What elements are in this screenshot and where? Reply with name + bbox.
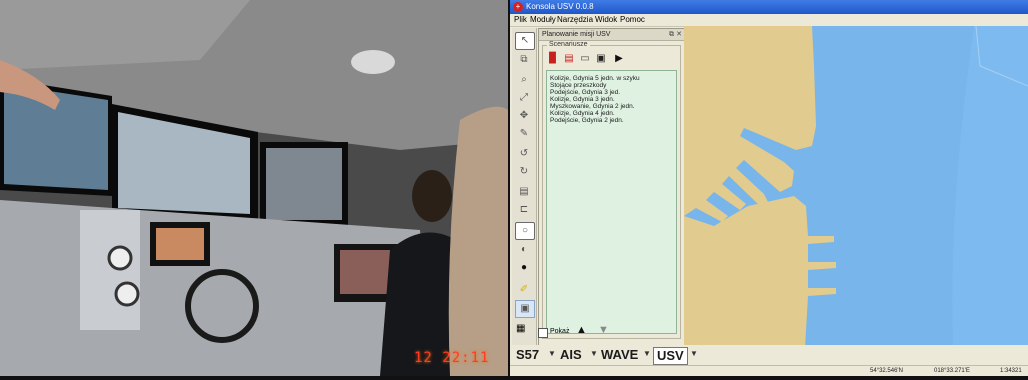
image-icon[interactable]: ▣ — [515, 300, 535, 318]
list-item[interactable]: Podejście, Gdynia 2 jedn. — [550, 117, 624, 124]
photo-timestamp: 12 22:11 — [414, 350, 490, 366]
chart-icon[interactable]: ▤ — [515, 184, 533, 200]
control-room-illustration — [0, 0, 508, 377]
status-bar: 54°32.546'N 018°33.271'E 1:34321 — [510, 365, 1028, 376]
scenarios-group: Scenariusze ▉ ▤ ▭ ▣ ▶ Kolizje, Gdynia 5 … — [542, 41, 681, 339]
chevron-down-icon[interactable]: ▼ — [548, 349, 556, 358]
menu-tools[interactable]: Narzędzia — [557, 14, 593, 26]
list-item[interactable]: Stojące przeszkody — [550, 82, 606, 89]
show-row: Pokaż ▲ ▼ — [538, 324, 683, 340]
undo-icon[interactable]: ↺ — [515, 146, 533, 162]
move-down-icon[interactable]: ▼ — [598, 324, 609, 336]
crop-icon[interactable]: ⧉ — [515, 52, 533, 68]
menu-modules[interactable]: Moduły — [530, 14, 556, 26]
folder-icon[interactable]: ▭ — [579, 52, 591, 66]
float-panel-icon[interactable]: ⧉ — [669, 29, 674, 40]
window-title: Konsola USV 0.0.8 — [526, 2, 594, 11]
menu-help[interactable]: Pomoc — [620, 14, 645, 26]
select-arrow-icon[interactable]: ↖ — [515, 32, 535, 50]
list-item[interactable]: Kolizje, Gdynia 4 jedn. — [550, 110, 615, 117]
save-icon[interactable]: ▣ — [595, 52, 607, 66]
person-arm — [448, 106, 508, 377]
mission-planning-panel: Planowanie misji USV ⧉ ✕ Scenariusze ▉ ▤… — [538, 28, 685, 348]
menu-view[interactable]: Widok — [595, 14, 617, 26]
pan-icon[interactable]: ✥ — [515, 108, 533, 124]
nautical-chart-map[interactable] — [684, 26, 1028, 365]
map-tools-toolbar: ↖ ⧉ ⌕ ⤢ ✥ ✎ ↺ ↻ ▤ ⊏ ○ ◐ ● ✐ ▣ — [512, 28, 537, 346]
scale-readout: 1:34321 — [1000, 368, 1022, 374]
circle-outline-icon[interactable]: ○ — [515, 222, 535, 240]
usv-console-window: + Konsola USV 0.0.8 Plik Moduły Narzędzi… — [510, 0, 1028, 376]
redo-icon[interactable]: ↻ — [515, 164, 533, 180]
menu-file[interactable]: Plik — [514, 14, 527, 26]
new-file-icon[interactable]: ▉ — [547, 52, 559, 66]
move-up-icon[interactable]: ▲ — [576, 324, 587, 336]
layers-icon[interactable]: ▦ — [516, 323, 525, 334]
show-label: Pokaż — [550, 328, 570, 335]
title-bar[interactable]: + Konsola USV 0.0.8 — [510, 0, 1028, 14]
mode-wave[interactable]: WAVE — [601, 347, 638, 363]
chevron-down-icon[interactable]: ▼ — [643, 349, 651, 358]
link-icon[interactable]: ⊏ — [515, 202, 533, 218]
layer-mode-bar: S57 ▼ AIS ▼ WAVE ▼ USV ▼ — [510, 345, 1028, 365]
close-icon[interactable]: ✕ — [676, 29, 682, 40]
ceiling-lamp — [351, 50, 395, 74]
person-head — [412, 170, 452, 222]
mode-s57[interactable]: S57 — [516, 347, 539, 363]
app-logo-icon: + — [513, 2, 523, 12]
chart-graphic — [684, 26, 1028, 365]
chevron-down-icon[interactable]: ▼ — [590, 349, 598, 358]
show-checkbox[interactable] — [538, 328, 548, 338]
filled-circle-icon[interactable]: ● — [515, 260, 533, 276]
chevron-down-icon[interactable]: ▼ — [690, 349, 698, 358]
ruler-icon[interactable]: ✐ — [515, 282, 533, 298]
list-item[interactable]: Podejście, Gdynia 3 jed. — [550, 89, 620, 96]
mode-ais[interactable]: AIS — [560, 347, 582, 363]
list-item[interactable]: Kolizje, Gdynia 3 jedn. — [550, 96, 615, 103]
latitude-readout: 54°32.546'N — [870, 368, 903, 374]
list-item[interactable]: Kolizje, Gdynia 5 jedn. w szyku — [550, 75, 640, 82]
half-circle-icon[interactable]: ◐ — [515, 242, 533, 258]
zoom-icon[interactable]: ⌕ — [515, 72, 533, 88]
scenarios-group-title: Scenariusze — [547, 41, 590, 48]
panel-title: Planowanie misji USV — [542, 31, 611, 38]
longitude-readout: 018°33.271'E — [934, 368, 970, 374]
mode-usv[interactable]: USV — [653, 347, 688, 365]
control-room-photo: 12 22:11 — [0, 0, 508, 377]
open-file-icon[interactable]: ▤ — [563, 52, 575, 66]
resize-icon[interactable]: ⤢ — [515, 90, 533, 106]
scenario-list[interactable]: Kolizje, Gdynia 5 jedn. w szyku Stojące … — [546, 70, 677, 334]
panel-header: Planowanie misji USV ⧉ ✕ — [539, 29, 684, 41]
pencil-icon[interactable]: ✎ — [515, 126, 533, 142]
list-item[interactable]: Myszkowanie, Gdynia 2 jedn. — [550, 103, 635, 110]
play-icon[interactable]: ▶ — [613, 52, 625, 66]
